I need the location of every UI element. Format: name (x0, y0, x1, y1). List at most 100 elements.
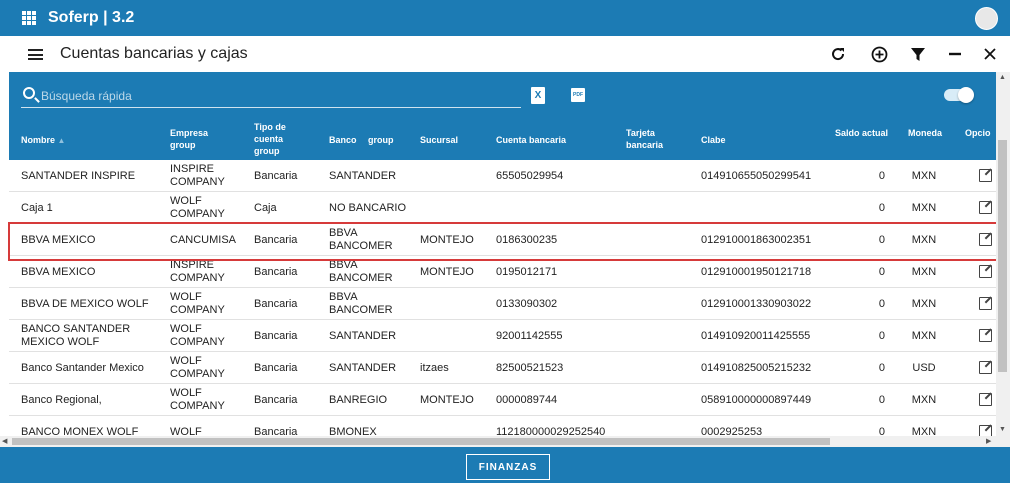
col-cuenta[interactable]: Cuenta bancaria (496, 134, 566, 146)
apps-grid-icon[interactable] (22, 11, 36, 25)
cell-nombre: Caja 1 (21, 201, 53, 214)
cell-sucursal (420, 192, 490, 224)
cell-cuenta: 65505029954 (496, 169, 564, 182)
cell-tipo: Bancaria (254, 233, 298, 246)
cell-tipo: Bancaria (254, 393, 298, 406)
add-button[interactable] (868, 43, 890, 65)
col-empresa[interactable]: Empresa group (170, 127, 230, 151)
cell-banco: BBVA BANCOMER (329, 291, 393, 316)
cell-moneda: MXN (911, 265, 937, 278)
cell-nombre: BBVA MEXICO (21, 265, 96, 278)
cell-tipo: Caja (254, 201, 277, 214)
edit-icon[interactable] (979, 265, 992, 278)
cell-saldo: 0 (878, 201, 885, 214)
cell-empresa: WOLF COMPANY (170, 195, 225, 220)
cell-clabe: 014910920011425555 (701, 329, 811, 342)
col-nombre[interactable]: Nombre ▲ (21, 134, 65, 147)
cell-tarjeta (626, 320, 696, 352)
cell-cuenta: 0195012171 (496, 265, 558, 278)
export-excel-icon[interactable]: X (531, 87, 545, 104)
cell-cuenta: 0133090302 (496, 297, 558, 310)
col-banco-group: group (368, 135, 394, 145)
col-tarjeta[interactable]: Tarjeta bancaria (626, 127, 676, 151)
minimize-button[interactable] (944, 43, 966, 65)
horizontal-scrollbar[interactable]: ◀ ▶ (0, 436, 996, 447)
cell-nombre: BBVA DE MEXICO WOLF (21, 297, 149, 310)
cell-sucursal (420, 320, 490, 352)
cell-banco: NO BANCARIO (329, 201, 407, 214)
cell-moneda: MXN (911, 201, 937, 214)
col-clabe[interactable]: Clabe (701, 134, 726, 146)
scroll-down-icon[interactable]: ▼ (999, 426, 1006, 433)
table-row[interactable]: Banco Santander Mexico WOLF COMPANY Bancar… (9, 352, 996, 384)
cell-moneda: MXN (911, 329, 937, 342)
hamburger-menu-icon[interactable] (28, 49, 43, 60)
edit-icon[interactable] (979, 393, 992, 406)
cell-saldo: 0 (878, 329, 885, 342)
refresh-button[interactable] (827, 43, 849, 65)
edit-icon[interactable] (979, 233, 992, 246)
cell-nombre: BBVA MEXICO (21, 233, 96, 246)
cell-empresa: WOLF COMPANY (170, 355, 225, 380)
vertical-scrollbar[interactable]: ▲ ▼ (996, 72, 1010, 447)
horizontal-scroll-thumb[interactable] (12, 438, 830, 445)
cell-sucursal: MONTEJO (420, 265, 474, 278)
cell-banco: BANREGIO (329, 393, 388, 406)
cell-moneda: MXN (911, 393, 937, 406)
cell-clabe: 058910000000897449 (701, 393, 812, 406)
cell-clabe (701, 192, 831, 224)
scroll-left-icon[interactable]: ◀ (2, 437, 7, 445)
view-toggle[interactable] (944, 87, 974, 103)
table-row[interactable]: BANCO SANTANDER MEXICO WOLF WOLF COMPANY B… (9, 320, 996, 352)
cell-tarjeta (626, 256, 696, 288)
table-row[interactable]: BBVA MEXICO INSPIRE COMPANY Bancaria BBVA B… (9, 256, 996, 288)
table-row[interactable]: BBVA MEXICO CANCUMISA Bancaria BBVA BANCOME… (9, 224, 996, 256)
cell-banco: SANTANDER (329, 329, 397, 342)
avatar[interactable] (975, 7, 998, 30)
filter-button[interactable] (907, 43, 929, 65)
edit-icon[interactable] (979, 201, 992, 214)
edit-icon[interactable] (979, 169, 992, 182)
finanzas-button[interactable]: FINANZAS (466, 454, 550, 480)
edit-icon[interactable] (979, 361, 992, 374)
cell-empresa: WOLF COMPANY (170, 291, 225, 316)
edit-icon[interactable] (979, 297, 992, 310)
cell-nombre: SANTANDER INSPIRE (21, 169, 136, 182)
search-input[interactable] (41, 86, 511, 106)
sort-arrow-icon: ▲ (57, 136, 66, 145)
cell-clabe: 014910655050299541 (701, 169, 812, 182)
col-tipo[interactable]: Tipo de cuenta group (254, 121, 304, 157)
edit-icon[interactable] (979, 329, 992, 342)
scroll-right-icon[interactable]: ▶ (986, 437, 991, 445)
col-saldo[interactable]: Saldo actual (835, 127, 888, 139)
table-row[interactable]: BBVA DE MEXICO WOLF WOLF COMPANY Bancaria B… (9, 288, 996, 320)
scroll-up-icon[interactable]: ▲ (999, 74, 1006, 81)
cell-saldo: 0 (878, 393, 885, 406)
table-row[interactable]: Banco Regional, WOLF COMPANY Bancaria BANRE… (9, 384, 996, 416)
table-row[interactable]: SANTANDER INSPIRE INSPIRE COMPANY Bancaria… (9, 160, 996, 192)
cell-banco: BBVA BANCOMER (329, 259, 393, 284)
cell-cuenta: 0000089744 (496, 393, 558, 406)
add-circle-icon (871, 46, 887, 62)
col-moneda[interactable]: Moneda (908, 127, 942, 139)
cell-sucursal: MONTEJO (420, 393, 474, 406)
app-bar: Soferp | 3.2 (0, 0, 1010, 36)
close-button[interactable] (979, 43, 1001, 65)
cell-sucursal: MONTEJO (420, 233, 474, 246)
cell-tipo: Bancaria (254, 265, 298, 278)
cell-banco: BBVA BANCOMER (329, 227, 393, 252)
cell-nombre: Banco Santander Mexico (21, 361, 144, 374)
page-title: Cuentas bancarias y cajas (60, 45, 248, 62)
vertical-scroll-thumb[interactable] (998, 140, 1007, 372)
cell-sucursal (420, 288, 490, 320)
col-sucursal[interactable]: Sucursal (420, 134, 458, 146)
cell-empresa: WOLF COMPANY (170, 387, 225, 412)
cell-moneda: MXN (911, 297, 937, 310)
col-banco[interactable]: Banco (329, 134, 357, 146)
cell-saldo: 0 (878, 297, 885, 310)
cell-tipo: Bancaria (254, 329, 298, 342)
table-row[interactable]: Caja 1 WOLF COMPANY Caja NO BANCARIO 0 MXN (9, 192, 996, 224)
cell-nombre: BANCO SANTANDER MEXICO WOLF (21, 323, 131, 348)
export-pdf-icon[interactable]: PDF (571, 88, 585, 102)
cell-tipo: Bancaria (254, 169, 298, 182)
